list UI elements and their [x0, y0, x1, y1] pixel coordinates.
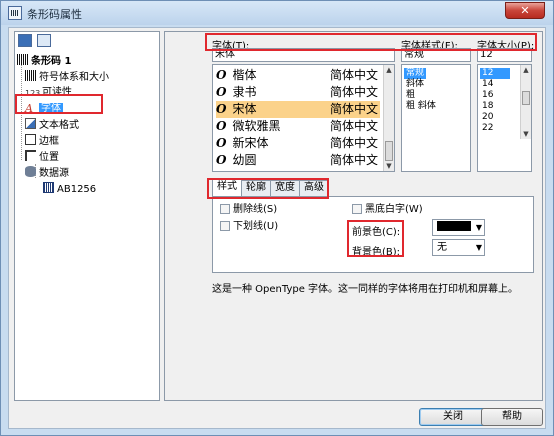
dialog-client-area: 条形码 1 符号体系和大小 123 可读性 A 字体 文本格式 边框 位置 数据…	[8, 27, 546, 429]
chevron-down-icon: ▼	[475, 223, 482, 232]
size-list-item-selected[interactable]: 12	[480, 68, 510, 79]
font-list-item[interactable]: O 隶书 简体中文	[216, 84, 380, 101]
tree-item-label: 数据源	[39, 168, 69, 179]
opentype-icon: O	[216, 68, 227, 82]
font-item-sample: 简体中文	[329, 102, 378, 116]
opentype-icon: O	[216, 85, 227, 99]
foreground-color-picker[interactable]: ▼	[432, 219, 485, 236]
underline-checkbox[interactable]: 下划线(U)	[220, 221, 278, 233]
font-fields-highlight	[205, 33, 537, 51]
background-color-value: 无	[437, 242, 447, 253]
style-list-item[interactable]: 斜体	[404, 79, 426, 90]
property-tree-panel: 条形码 1 符号体系和大小 123 可读性 A 字体 文本格式 边框 位置 数据…	[14, 31, 160, 401]
tree-item-label: 边框	[39, 136, 59, 147]
size-list-item[interactable]: 22	[480, 123, 495, 134]
font-item-name: 新宋体	[232, 136, 269, 150]
barcode-icon	[25, 70, 36, 81]
title-bar[interactable]: 条形码属性 ✕	[1, 1, 553, 25]
size-list-item[interactable]: 14	[480, 79, 495, 90]
barcode-app-icon	[8, 6, 22, 20]
tree-item-position[interactable]: 位置	[25, 150, 59, 164]
chevron-down-icon: ▼	[475, 243, 482, 252]
opentype-icon: O	[216, 102, 227, 116]
database-icon	[25, 166, 36, 177]
opentype-icon: O	[216, 136, 227, 150]
font-list-item[interactable]: O 楷体 简体中文	[216, 67, 380, 84]
font-item-name: 宋体	[232, 102, 257, 116]
checkbox-box[interactable]	[220, 204, 230, 214]
size-list-item[interactable]: 20	[480, 112, 495, 123]
font-size-listbox[interactable]: 12 14 16 18 20 22 ▲ ▼	[477, 64, 532, 172]
scroll-thumb[interactable]	[522, 91, 530, 105]
position-icon	[25, 150, 36, 161]
tree-item-ab1256[interactable]: AB1256	[43, 182, 96, 196]
tree-font-highlight	[15, 94, 103, 114]
checkbox-box[interactable]	[220, 221, 230, 231]
font-item-sample: 简体中文	[329, 136, 378, 150]
tree-item-text-format[interactable]: 文本格式	[25, 118, 79, 132]
font-list-item[interactable]: O 新宋体 简体中文	[216, 135, 380, 152]
size-list-item[interactable]: 18	[480, 101, 495, 112]
background-color-picker[interactable]: 无 ▼	[432, 239, 485, 256]
font-list-item[interactable]: O 幼圆 简体中文	[216, 152, 380, 169]
checkbox-label: 删除线(S)	[233, 204, 278, 215]
font-item-sample: 简体中文	[329, 68, 378, 82]
font-item-name: 微软雅黑	[232, 119, 281, 133]
dialog-window: 条形码属性 ✕ 条形码 1 符号体系和大小 123 可读性 A 字体 文本格式 …	[0, 0, 554, 436]
font-settings-panel: 字体(T): 字体样式(F): 字体大小(P): 宋体 常规 12 O 楷体 简体中…	[164, 31, 543, 401]
border-icon	[25, 134, 36, 145]
tree-item-label: 位置	[39, 152, 59, 163]
barcode-data-icon	[43, 182, 54, 193]
help-button[interactable]: 帮助	[481, 408, 543, 426]
size-list-item[interactable]: 16	[480, 90, 495, 101]
style-list-item-selected[interactable]: 常规	[404, 68, 427, 79]
tree-item-barcode[interactable]: 条形码 1	[17, 54, 71, 68]
scroll-down-icon[interactable]: ▼	[384, 161, 394, 171]
checkbox-box[interactable]	[352, 204, 362, 214]
strikethrough-checkbox[interactable]: 删除线(S)	[220, 204, 277, 216]
font-item-name: 楷体	[232, 68, 257, 82]
font-list-scrollbar[interactable]: ▲ ▼	[383, 65, 394, 171]
scroll-up-icon[interactable]: ▲	[521, 65, 531, 75]
collapse-tree-icon[interactable]	[37, 34, 52, 47]
scroll-up-icon[interactable]: ▲	[384, 65, 394, 75]
close-window-button[interactable]: ✕	[505, 2, 545, 19]
font-listbox[interactable]: O 楷体 简体中文 O 隶书 简体中文 O 宋体 简体中文 O 微软雅黑 简体中文 O 新宋体 简体…	[212, 64, 395, 172]
tree-toolbar	[18, 34, 53, 50]
font-item-name: 幼圆	[232, 153, 257, 167]
color-swatch	[437, 221, 471, 231]
font-item-name: 隶书	[232, 85, 257, 99]
style-list-item[interactable]: 粗	[404, 90, 417, 101]
font-list-item[interactable]: O 微软雅黑 简体中文	[216, 118, 380, 135]
tree-item-border[interactable]: 边框	[25, 134, 59, 148]
color-labels-highlight	[347, 220, 404, 257]
tree-item-datasource[interactable]: 数据源	[25, 166, 69, 180]
window-title: 条形码属性	[27, 8, 82, 21]
font-list-item-selected[interactable]: O 宋体 简体中文	[216, 101, 380, 118]
tree-item-label: 符号体系和大小	[39, 72, 109, 83]
font-item-sample: 简体中文	[329, 153, 378, 167]
size-list-scrollbar[interactable]: ▲ ▼	[520, 65, 531, 139]
scroll-down-icon[interactable]: ▼	[521, 129, 531, 139]
tree-item-label: 条形码 1	[31, 56, 72, 67]
opentype-icon: O	[216, 119, 227, 133]
tree-item-label: AB1256	[57, 184, 97, 195]
font-item-sample: 简体中文	[329, 85, 378, 99]
tabs-highlight	[207, 178, 329, 199]
font-style-listbox[interactable]: 常规 斜体 粗 粗 斜体	[401, 64, 471, 172]
close-button[interactable]: 关闭	[419, 408, 487, 426]
checkbox-label: 下划线(U)	[233, 221, 279, 232]
checkbox-label: 黑底白字(W)	[365, 204, 423, 215]
barcode-icon	[17, 54, 28, 65]
tree-item-symbology[interactable]: 符号体系和大小	[25, 70, 109, 84]
opentype-icon: O	[216, 153, 227, 167]
tree-item-label: 文本格式	[39, 120, 79, 131]
expand-tree-icon[interactable]	[18, 34, 32, 47]
font-description: 这是一种 OpenType 字体。这一同样的字体将用在打印机和屏幕上。	[212, 284, 519, 295]
font-item-sample: 简体中文	[329, 119, 378, 133]
text-format-icon	[25, 118, 36, 129]
white-on-black-checkbox[interactable]: 黑底白字(W)	[352, 204, 423, 216]
style-list-item[interactable]: 粗 斜体	[404, 101, 438, 112]
scroll-thumb[interactable]	[385, 141, 393, 161]
